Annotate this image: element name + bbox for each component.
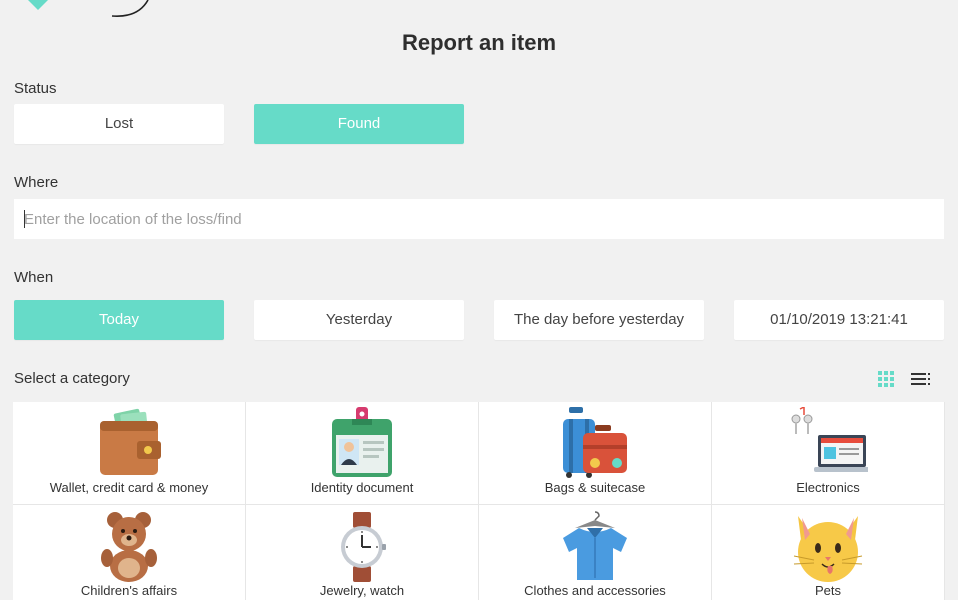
laptop-icon [791, 407, 868, 472]
when-yesterday-button[interactable]: Yesterday [254, 300, 464, 340]
category-label: Electronics [796, 480, 860, 495]
luggage-icon [563, 407, 627, 478]
category-electronics[interactable]: Electronics [712, 402, 944, 504]
text-caret [24, 210, 25, 228]
category-clothes[interactable]: Clothes and accessories [479, 505, 711, 600]
logo [28, 0, 149, 17]
category-bags[interactable]: Bags & suitecase [479, 402, 711, 504]
wallet-icon [100, 408, 161, 475]
when-day-before-yesterday-button[interactable]: The day before yesterday [494, 300, 704, 340]
category-grid: Wallet, credit card & money Identity doc… [13, 402, 945, 600]
watch-icon [341, 512, 386, 582]
location-input[interactable] [14, 199, 944, 239]
category-pets[interactable]: Pets [712, 505, 944, 600]
category-label: Wallet, credit card & money [49, 480, 209, 495]
status-label: Status [14, 80, 57, 97]
category-identity-document[interactable]: Identity document [246, 402, 478, 504]
when-today-button[interactable]: Today [14, 300, 224, 340]
shirt-icon [563, 511, 627, 580]
id-card-icon [332, 407, 392, 477]
category-childrens-affairs[interactable]: Children's affairs [13, 505, 245, 600]
when-custom-date-button[interactable]: 01/10/2019 13:21:41 [734, 300, 944, 340]
category-label: Pets [814, 583, 841, 598]
category-label: Identity document [310, 480, 414, 495]
grid-view-icon[interactable] [876, 370, 898, 388]
teddy-bear-icon [101, 512, 157, 582]
status-lost-button[interactable]: Lost [14, 104, 224, 144]
list-view-icon[interactable] [910, 370, 932, 388]
status-found-button[interactable]: Found [254, 104, 464, 144]
where-label: Where [14, 174, 59, 191]
category-label: Jewelry, watch [319, 583, 405, 598]
category-label: Select a category [14, 370, 130, 387]
category-label: Clothes and accessories [524, 583, 666, 598]
category-label: Children's affairs [80, 583, 178, 598]
category-label: Bags & suitecase [544, 480, 646, 495]
when-label: When [14, 269, 54, 286]
category-wallet[interactable]: Wallet, credit card & money [13, 402, 245, 504]
category-jewelry-watch[interactable]: Jewelry, watch [246, 505, 478, 600]
page-title: Report an item [401, 30, 557, 55]
cat-icon [793, 516, 863, 582]
